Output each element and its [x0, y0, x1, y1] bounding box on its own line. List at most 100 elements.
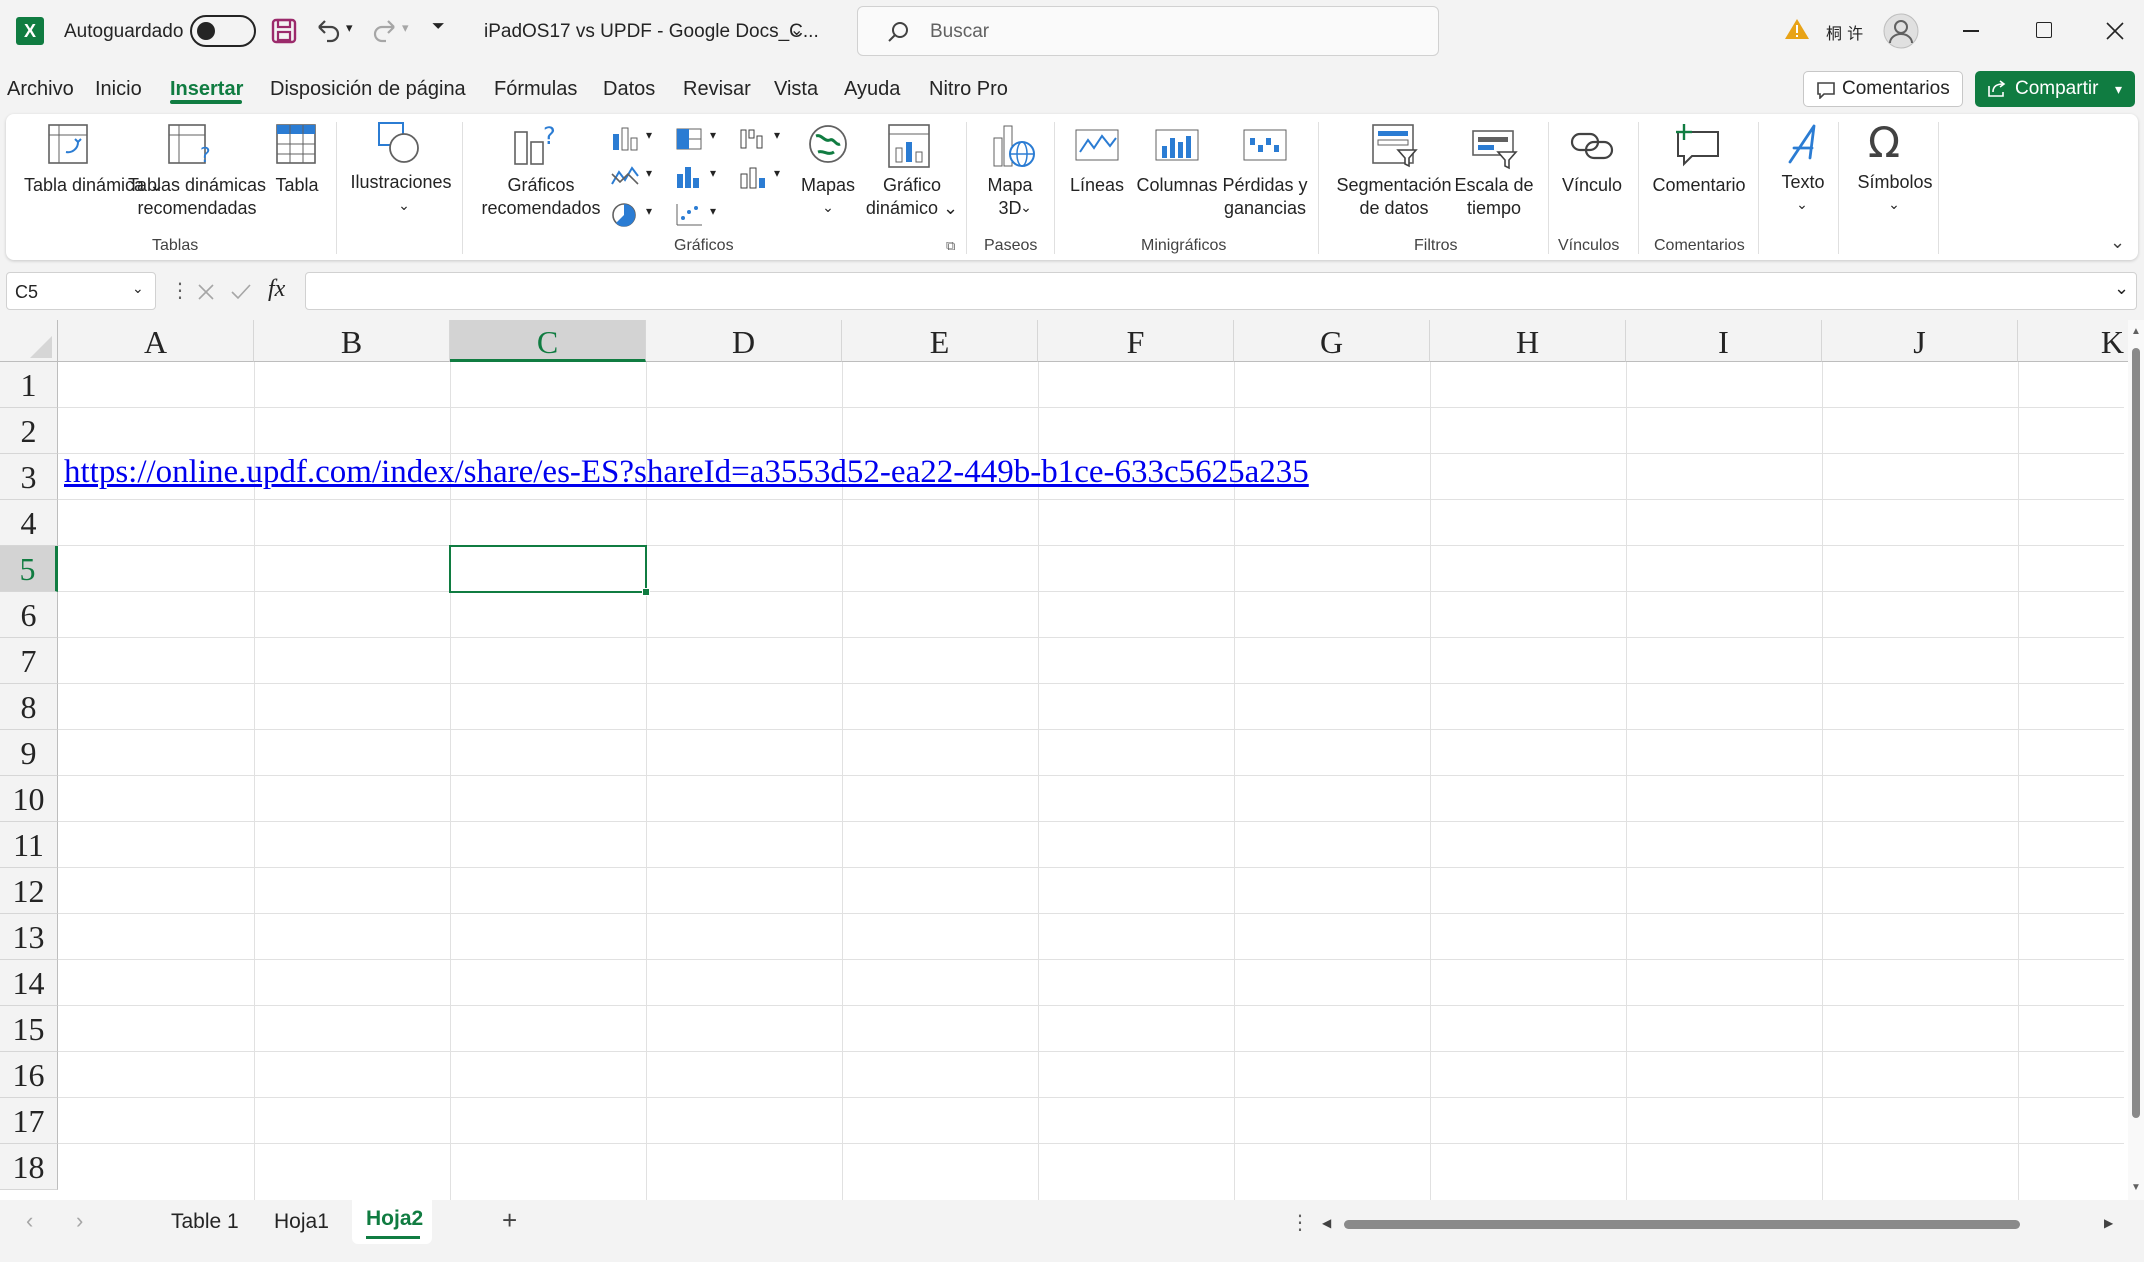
sheet-tab-hoja2[interactable]: Hoja2 — [366, 1207, 423, 1231]
row-header-14[interactable]: 14 — [0, 960, 58, 1006]
row-header-11[interactable]: 11 — [0, 822, 58, 868]
undo-icon[interactable] — [313, 17, 343, 43]
row-header-6[interactable]: 6 — [0, 592, 58, 638]
redo-icon[interactable] — [370, 17, 400, 43]
active-cell-c5[interactable] — [449, 545, 647, 593]
scatter-chart-icon[interactable] — [674, 202, 704, 228]
sheet-options-icon[interactable]: ⋮ — [1290, 1210, 1310, 1235]
column-header-b[interactable]: B — [254, 320, 450, 362]
waterfall-chart-dropdown-icon[interactable]: ▾ — [774, 128, 780, 142]
illustrations-label[interactable]: Ilustraciones — [346, 171, 456, 194]
illustrations-dropdown-icon[interactable]: ⌄ — [394, 194, 414, 217]
tab-formulas[interactable]: Fórmulas — [494, 78, 577, 101]
maps-dropdown-icon[interactable]: ⌄ — [818, 196, 838, 219]
row-header-15[interactable]: 15 — [0, 1006, 58, 1052]
row-header-2[interactable]: 2 — [0, 408, 58, 454]
tab-datos[interactable]: Datos — [603, 78, 655, 101]
row-header-7[interactable]: 7 — [0, 638, 58, 684]
excel-logo-icon[interactable]: X — [16, 17, 44, 45]
table-label[interactable]: Tabla — [270, 174, 324, 197]
maps-globe-icon[interactable] — [806, 122, 850, 166]
tab-archivo[interactable]: Archivo — [7, 78, 74, 101]
tab-revisar[interactable]: Revisar — [683, 78, 751, 101]
document-title[interactable]: iPadOS17 vs UPDF - Google Docs_C... — [484, 21, 819, 43]
vertical-scrollbar[interactable]: ▲ ▼ — [2128, 320, 2144, 1200]
hierarchy-chart-icon[interactable] — [674, 126, 704, 152]
formula-input[interactable] — [305, 272, 2137, 310]
sheet-tab-table1[interactable]: Table 1 — [171, 1210, 239, 1234]
warning-icon[interactable] — [1784, 17, 1810, 41]
prev-sheet-chevron-icon[interactable]: ‹ — [26, 1208, 33, 1234]
confirm-entry-icon[interactable] — [230, 282, 252, 302]
tab-disposicion[interactable]: Disposición de página — [270, 78, 466, 101]
recommended-charts-label[interactable]: Gráficos recomendados — [476, 174, 606, 220]
row-header-9[interactable]: 9 — [0, 730, 58, 776]
sparkline-lines-label[interactable]: Líneas — [1066, 174, 1128, 197]
row-header-5[interactable]: 5 — [0, 546, 58, 592]
text-dropdown-icon[interactable]: ⌄ — [1792, 193, 1812, 216]
row-header-8[interactable]: 8 — [0, 684, 58, 730]
fill-handle[interactable] — [642, 588, 650, 596]
pivot-table-button[interactable]: Tabla dinámica ⌄ — [24, 174, 164, 197]
statistic-chart-dropdown-icon[interactable]: ▾ — [710, 166, 716, 180]
tab-insertar[interactable]: Insertar — [170, 78, 243, 101]
column-header-c[interactable]: C — [450, 320, 646, 362]
add-sheet-button[interactable]: + — [502, 1205, 517, 1236]
timeline-icon[interactable] — [1470, 128, 1520, 170]
save-icon[interactable] — [270, 17, 298, 45]
scroll-down-arrow-icon[interactable]: ▼ — [2131, 1182, 2141, 1193]
scroll-left-arrow-icon[interactable]: ◀ — [1322, 1216, 1331, 1230]
statistic-chart-icon[interactable] — [674, 164, 704, 190]
share-button[interactable]: Compartir ▾ — [1975, 71, 2135, 107]
recommended-pivots-label[interactable]: Tablas dinámicas recomendadas — [124, 174, 270, 220]
pivot-chart-icon[interactable] — [886, 122, 934, 170]
column-header-j[interactable]: J — [1822, 320, 2018, 362]
title-chevron-down-icon[interactable]: ⌄ — [790, 20, 803, 40]
comment-label[interactable]: Comentario — [1646, 174, 1752, 197]
scatter-chart-dropdown-icon[interactable]: ▾ — [710, 204, 716, 218]
row-header-13[interactable]: 13 — [0, 914, 58, 960]
timeline-label[interactable]: Escala de tiempo — [1446, 174, 1542, 220]
column-header-e[interactable]: E — [842, 320, 1038, 362]
pie-chart-dropdown-icon[interactable]: ▾ — [646, 204, 652, 218]
combo-chart-icon[interactable] — [738, 164, 768, 190]
column-chart-dropdown-icon[interactable]: ▾ — [646, 128, 652, 142]
maximize-icon[interactable] — [2036, 22, 2052, 38]
insert-function-icon[interactable]: fx — [268, 276, 285, 303]
pivot-table-icon[interactable] — [46, 122, 90, 166]
more-options-icon[interactable]: ⋮ — [170, 278, 190, 303]
recommended-pivots-icon[interactable]: ? — [166, 122, 214, 166]
row-header-17[interactable]: 17 — [0, 1098, 58, 1144]
sparkline-winloss-icon[interactable] — [1242, 128, 1288, 166]
tab-inicio[interactable]: Inicio — [95, 78, 142, 101]
expand-formula-bar-icon[interactable]: ⌄ — [2114, 278, 2129, 299]
map-3d-dropdown-icon[interactable]: ⌄ — [1016, 196, 1036, 219]
link-label[interactable]: Vínculo — [1554, 174, 1630, 197]
user-name[interactable]: 桐 许 — [1826, 20, 1863, 44]
comments-button[interactable]: Comentarios — [1803, 71, 1963, 107]
pie-chart-icon[interactable] — [610, 202, 640, 228]
share-dropdown-icon[interactable]: ▾ — [2115, 71, 2122, 107]
table-icon[interactable] — [274, 122, 318, 166]
horizontal-scroll-thumb[interactable] — [1344, 1220, 2020, 1229]
symbols-label[interactable]: Símbolos — [1846, 171, 1944, 194]
column-header-f[interactable]: F — [1038, 320, 1234, 362]
maps-label[interactable]: Mapas — [796, 174, 860, 197]
horizontal-scrollbar[interactable]: ◀ ▶ — [1320, 1214, 2120, 1234]
select-all-corner[interactable] — [0, 320, 58, 362]
autosave-toggle[interactable] — [190, 15, 256, 47]
sparkline-column-icon[interactable] — [1154, 128, 1200, 166]
line-chart-dropdown-icon[interactable]: ▾ — [646, 166, 652, 180]
tab-nitro-pro[interactable]: Nitro Pro — [929, 78, 1008, 101]
undo-dropdown-icon[interactable]: ▾ — [346, 20, 353, 36]
user-avatar-icon[interactable] — [1883, 13, 1919, 49]
recommended-charts-icon[interactable]: ? — [511, 122, 561, 166]
column-header-a[interactable]: A — [58, 320, 254, 362]
row-header-12[interactable]: 12 — [0, 868, 58, 914]
waterfall-chart-icon[interactable] — [738, 126, 768, 152]
illustrations-icon[interactable] — [376, 120, 424, 166]
hierarchy-chart-dropdown-icon[interactable]: ▾ — [710, 128, 716, 142]
search-box[interactable]: Buscar — [857, 6, 1439, 56]
row-header-18[interactable]: 18 — [0, 1144, 58, 1190]
cancel-entry-icon[interactable] — [196, 282, 216, 302]
